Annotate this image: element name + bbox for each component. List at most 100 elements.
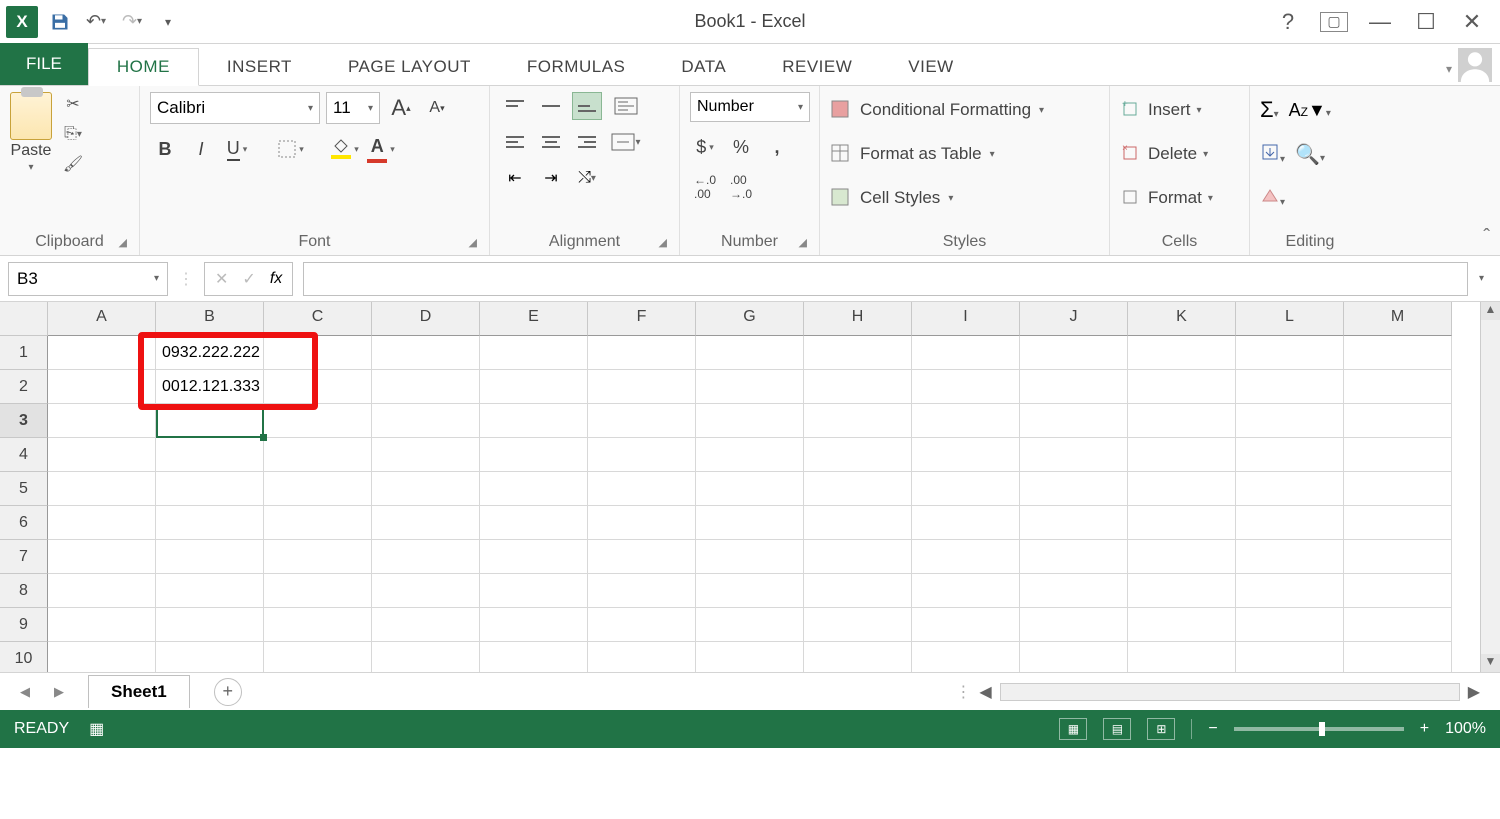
cell-C10[interactable]	[264, 642, 372, 672]
cell-I3[interactable]	[912, 404, 1020, 438]
alignment-dialog-launcher[interactable]: ◢	[659, 236, 667, 249]
copy-button[interactable]: ⎘▾	[60, 122, 86, 146]
cell-J4[interactable]	[1020, 438, 1128, 472]
cell-J5[interactable]	[1020, 472, 1128, 506]
cell-H9[interactable]	[804, 608, 912, 642]
find-select-button[interactable]: 🔍▾	[1295, 142, 1325, 167]
cell-A6[interactable]	[48, 506, 156, 540]
cell-C3[interactable]	[264, 404, 372, 438]
macro-record-icon[interactable]: ▦	[89, 719, 104, 739]
select-all-corner[interactable]	[0, 302, 48, 336]
align-bottom-button[interactable]	[572, 92, 602, 120]
shrink-font-button[interactable]: A▾	[422, 93, 452, 123]
cell-E4[interactable]	[480, 438, 588, 472]
sheet-tab-sheet1[interactable]: Sheet1	[88, 675, 190, 708]
cell-D5[interactable]	[372, 472, 480, 506]
cell-C7[interactable]	[264, 540, 372, 574]
column-header-G[interactable]: G	[696, 302, 804, 336]
cell-K3[interactable]	[1128, 404, 1236, 438]
cell-K5[interactable]	[1128, 472, 1236, 506]
cell-J7[interactable]	[1020, 540, 1128, 574]
cell-J9[interactable]	[1020, 608, 1128, 642]
cell-D8[interactable]	[372, 574, 480, 608]
tab-data[interactable]: DATA	[653, 49, 754, 85]
number-dialog-launcher[interactable]: ◢	[799, 236, 807, 249]
row-header-8[interactable]: 8	[0, 574, 48, 608]
cell-E2[interactable]	[480, 370, 588, 404]
increase-decimal-button[interactable]: ←.0.00	[690, 172, 720, 202]
cell-H2[interactable]	[804, 370, 912, 404]
cancel-formula-button[interactable]: ✕	[215, 269, 228, 289]
tab-review[interactable]: REVIEW	[754, 49, 880, 85]
row-header-10[interactable]: 10	[0, 642, 48, 672]
cell-L10[interactable]	[1236, 642, 1344, 672]
cell-A9[interactable]	[48, 608, 156, 642]
cell-I5[interactable]	[912, 472, 1020, 506]
help-button[interactable]: ?	[1274, 9, 1302, 35]
decrease-indent-button[interactable]: ⇤	[500, 164, 530, 192]
qat-customize[interactable]: ▾	[154, 8, 182, 36]
font-size-selector[interactable]: 11▾	[326, 92, 380, 124]
column-header-F[interactable]: F	[588, 302, 696, 336]
save-button[interactable]	[46, 8, 74, 36]
vertical-scrollbar[interactable]: ▲ ▼	[1480, 302, 1500, 672]
cell-I2[interactable]	[912, 370, 1020, 404]
column-header-I[interactable]: I	[912, 302, 1020, 336]
cell-D2[interactable]	[372, 370, 480, 404]
column-header-A[interactable]: A	[48, 302, 156, 336]
format-as-table-button[interactable]: Format as Table▾	[830, 136, 1099, 172]
cell-K7[interactable]	[1128, 540, 1236, 574]
zoom-level[interactable]: 100%	[1445, 720, 1486, 738]
fill-button[interactable]: ▾	[1260, 142, 1285, 167]
column-header-E[interactable]: E	[480, 302, 588, 336]
row-header-3[interactable]: 3	[0, 404, 48, 438]
cell-D7[interactable]	[372, 540, 480, 574]
cell-A7[interactable]	[48, 540, 156, 574]
cell-H1[interactable]	[804, 336, 912, 370]
align-left-button[interactable]	[500, 128, 530, 156]
name-box[interactable]: B3▾	[8, 262, 168, 296]
cell-M9[interactable]	[1344, 608, 1452, 642]
clear-button[interactable]: ▾	[1260, 187, 1285, 210]
cell-M5[interactable]	[1344, 472, 1452, 506]
cell-G6[interactable]	[696, 506, 804, 540]
cell-L8[interactable]	[1236, 574, 1344, 608]
cell-K4[interactable]	[1128, 438, 1236, 472]
cell-E9[interactable]	[480, 608, 588, 642]
collapse-ribbon-button[interactable]: ˆ	[1483, 226, 1490, 249]
cell-L9[interactable]	[1236, 608, 1344, 642]
cell-B9[interactable]	[156, 608, 264, 642]
column-header-B[interactable]: B	[156, 302, 264, 336]
cell-D3[interactable]	[372, 404, 480, 438]
cell-B10[interactable]	[156, 642, 264, 672]
cell-M3[interactable]	[1344, 404, 1452, 438]
cell-F5[interactable]	[588, 472, 696, 506]
tab-file[interactable]: FILE	[0, 43, 88, 85]
insert-cells-button[interactable]: +Insert▾	[1120, 92, 1239, 128]
format-painter-button[interactable]: 🖌	[60, 152, 86, 176]
cell-G1[interactable]	[696, 336, 804, 370]
cell-C2[interactable]	[264, 370, 372, 404]
wrap-text-button[interactable]	[608, 92, 644, 120]
cell-M4[interactable]	[1344, 438, 1452, 472]
tab-home[interactable]: HOME	[88, 48, 199, 86]
font-color-button[interactable]: A	[366, 134, 396, 164]
column-header-L[interactable]: L	[1236, 302, 1344, 336]
cell-C4[interactable]	[264, 438, 372, 472]
sheet-nav-prev[interactable]: ◀	[20, 684, 30, 700]
insert-function-button[interactable]: fx	[270, 270, 282, 288]
orientation-button[interactable]: ⤭▾	[572, 164, 602, 192]
comma-format-button[interactable]: ,	[762, 132, 792, 162]
cell-A4[interactable]	[48, 438, 156, 472]
font-name-selector[interactable]: Calibri▾	[150, 92, 320, 124]
cell-F10[interactable]	[588, 642, 696, 672]
cell-G5[interactable]	[696, 472, 804, 506]
cell-L4[interactable]	[1236, 438, 1344, 472]
cell-I1[interactable]	[912, 336, 1020, 370]
ribbon-display-options[interactable]: ▢	[1320, 12, 1348, 32]
cell-I4[interactable]	[912, 438, 1020, 472]
row-header-9[interactable]: 9	[0, 608, 48, 642]
cell-E5[interactable]	[480, 472, 588, 506]
tab-page-layout[interactable]: PAGE LAYOUT	[320, 49, 499, 85]
cell-D10[interactable]	[372, 642, 480, 672]
